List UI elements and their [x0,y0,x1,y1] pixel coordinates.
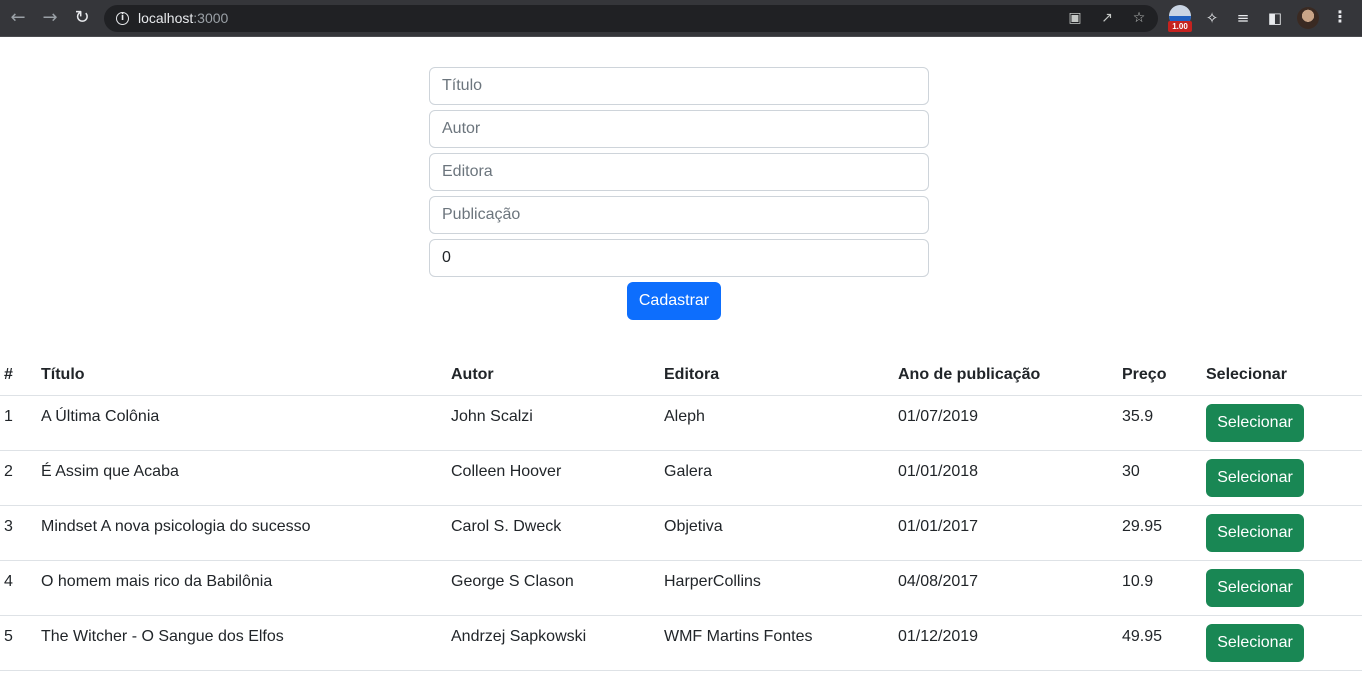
row-date: 04/08/2017 [898,560,1122,616]
row-publisher: Objetiva [664,505,898,561]
header-price: Preço [1122,355,1206,396]
address-bar[interactable]: i localhost:3000 ▣ ↗ ☆ [104,5,1158,32]
row-date: 01/01/2018 [898,450,1122,506]
publisher-input[interactable] [429,153,929,191]
row-author: Carol S. Dweck [451,505,664,561]
row-index: 5 [0,615,41,671]
side-panel-icon[interactable]: ◧ [1265,8,1285,28]
cadastrar-button[interactable]: Cadastrar [627,282,721,320]
reading-list-icon[interactable]: ≡ [1233,8,1253,28]
row-publisher: WMF Martins Fontes [664,615,898,671]
select-button[interactable]: Selecionar [1206,513,1304,552]
table-row: 4 O homem mais rico da Babilônia George … [0,560,1362,616]
info-icon[interactable]: i [116,12,129,25]
table-header-row: # Título Autor Editora Ano de publicação… [0,355,1362,396]
row-price: 35.9 [1122,395,1206,451]
header-title: Título [41,355,451,396]
row-date: 01/07/2019 [898,395,1122,451]
row-publisher: HarperCollins [664,560,898,616]
row-select-cell: Selecionar [1206,560,1362,616]
author-input[interactable] [429,110,929,148]
row-price: 49.95 [1122,615,1206,671]
row-title: A Última Colônia [41,395,451,451]
translate-icon[interactable]: ▣ [1066,9,1084,27]
url-host: localhost [138,10,194,26]
row-title: É Assim que Acaba [41,450,451,506]
table-row: 5 The Witcher - O Sangue dos Elfos Andrz… [0,615,1362,671]
row-title: Mindset A nova psicologia do sucesso [41,505,451,561]
title-input[interactable] [429,67,929,105]
row-publisher: Aleph [664,395,898,451]
row-select-cell: Selecionar [1206,395,1362,451]
table-row: 3 Mindset A nova psicologia do sucesso C… [0,505,1362,561]
row-publisher: Galera [664,450,898,506]
row-date: 01/12/2019 [898,615,1122,671]
row-author: John Scalzi [451,395,664,451]
header-publication-year: Ano de publicação [898,355,1122,396]
row-price: 30 [1122,450,1206,506]
header-select: Selecionar [1206,355,1362,396]
browser-toolbar: ← → ↻ i localhost:3000 ▣ ↗ ☆ 1.00 ✧ ≡ ◧ … [0,0,1362,37]
header-author: Autor [451,355,664,396]
back-icon[interactable]: ← [8,8,28,28]
row-title: O homem mais rico da Babilônia [41,560,451,616]
row-select-cell: Selecionar [1206,505,1362,561]
reload-icon[interactable]: ↻ [72,8,92,28]
share-icon[interactable]: ↗ [1098,9,1116,27]
profile-avatar[interactable] [1297,7,1319,29]
publication-input[interactable] [429,196,929,234]
row-author: Colleen Hoover [451,450,664,506]
header-index: # [0,355,41,396]
select-button[interactable]: Selecionar [1206,458,1304,497]
forward-icon[interactable]: → [40,8,60,28]
row-title: The Witcher - O Sangue dos Elfos [41,615,451,671]
select-button[interactable]: Selecionar [1206,568,1304,607]
table-row: 2 É Assim que Acaba Colleen Hoover Galer… [0,450,1362,506]
row-author: Andrzej Sapkowski [451,615,664,671]
books-table: # Título Autor Editora Ano de publicação… [0,355,1362,671]
header-publisher: Editora [664,355,898,396]
url-port: :3000 [193,10,229,26]
row-price: 10.9 [1122,560,1206,616]
table-row: 1 A Última Colônia John Scalzi Aleph 01/… [0,395,1362,451]
extension-button[interactable]: 1.00 [1167,5,1193,33]
row-select-cell: Selecionar [1206,615,1362,671]
row-index: 1 [0,395,41,451]
row-index: 4 [0,560,41,616]
extension-badge: 1.00 [1168,21,1192,32]
star-icon[interactable]: ☆ [1130,9,1148,27]
extensions-icon[interactable]: ✧ [1202,8,1222,28]
row-date: 01/01/2017 [898,505,1122,561]
row-price: 29.95 [1122,505,1206,561]
select-button[interactable]: Selecionar [1206,623,1304,662]
row-select-cell: Selecionar [1206,450,1362,506]
url-text[interactable]: localhost:3000 [138,10,228,27]
row-index: 3 [0,505,41,561]
select-button[interactable]: Selecionar [1206,403,1304,442]
row-index: 2 [0,450,41,506]
price-input[interactable] [429,239,929,277]
row-author: George S Clason [451,560,664,616]
kebab-menu-icon[interactable]: ⋮ [1332,8,1348,28]
